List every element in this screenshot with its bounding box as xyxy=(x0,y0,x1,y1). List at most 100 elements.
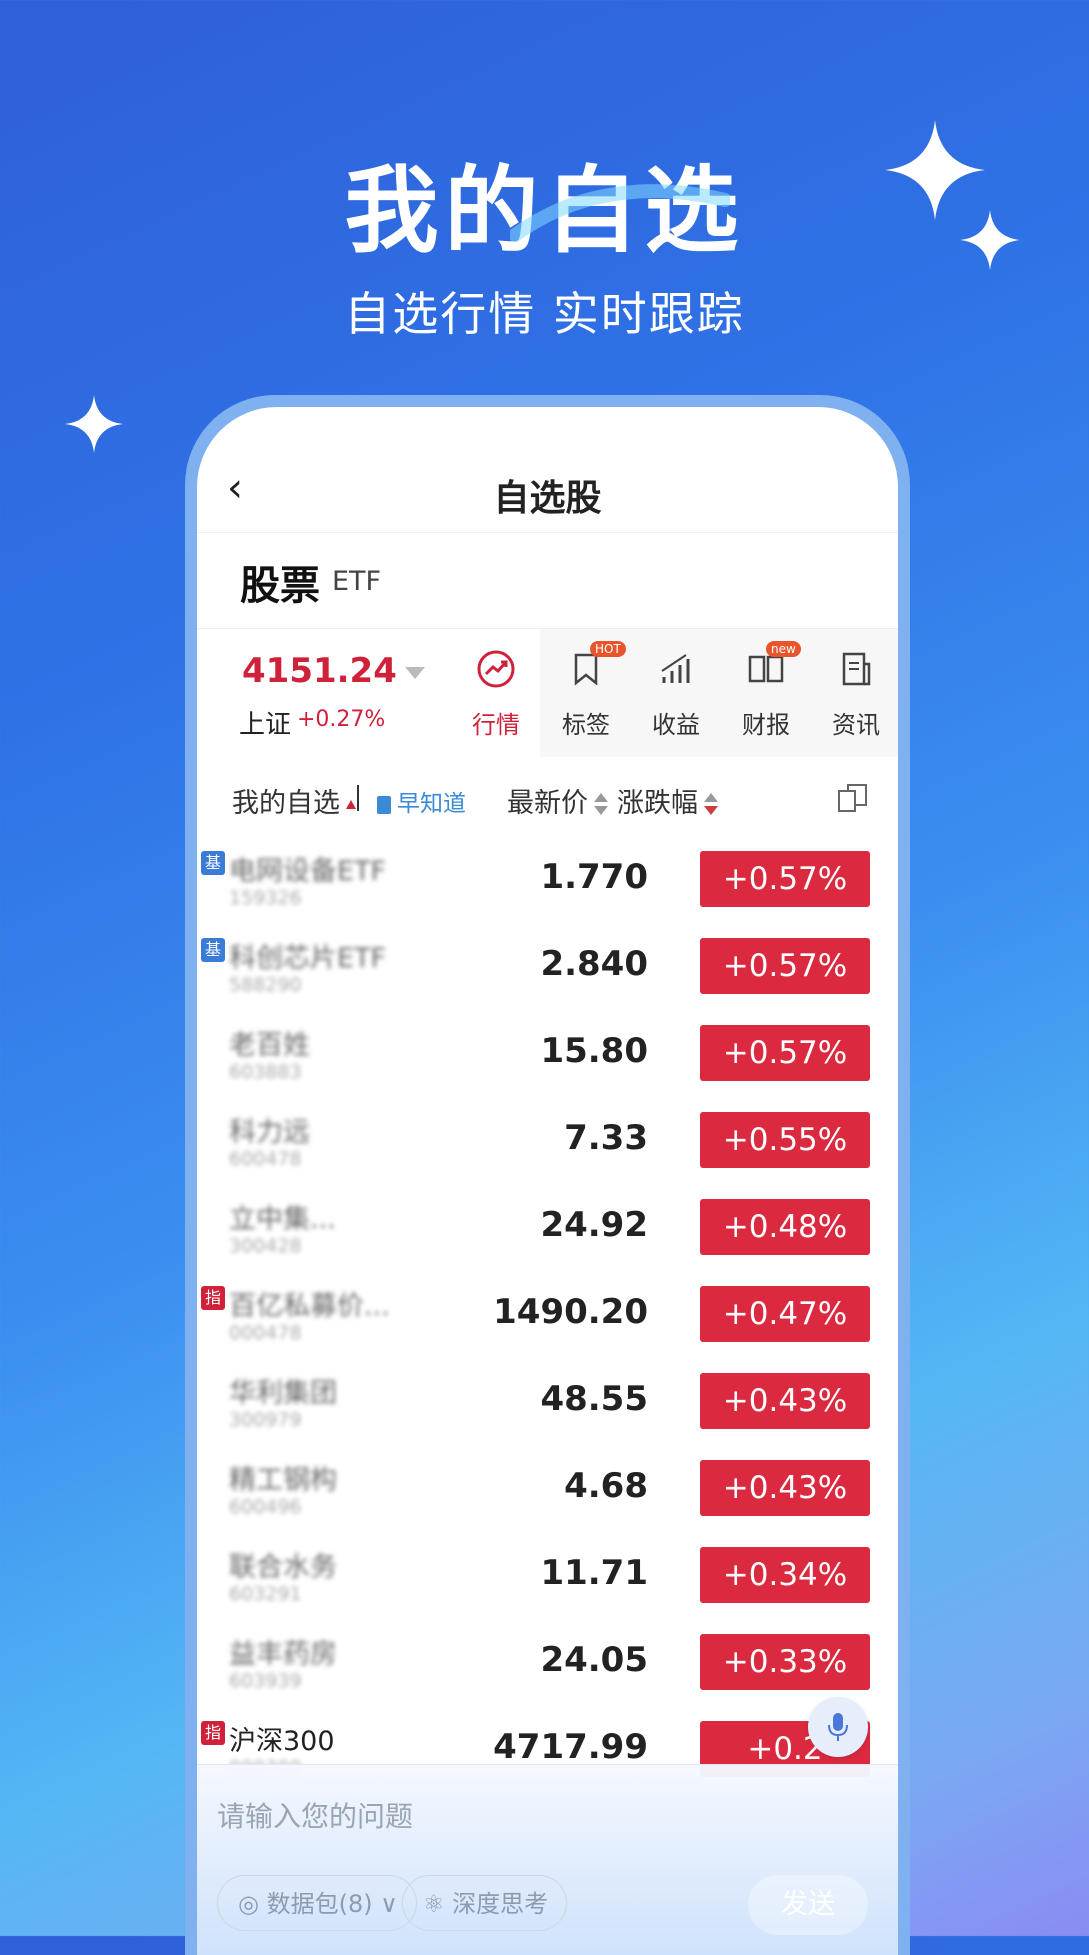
stock-price: 15.80 xyxy=(540,1031,648,1071)
index-name: 上证 xyxy=(239,710,292,740)
table-row[interactable]: 联合水务 603291 11.71 +0.34% xyxy=(197,1533,898,1620)
stock-price: 11.71 xyxy=(540,1553,648,1593)
deep-think-chip[interactable]: ⚛ 深度思考 xyxy=(402,1875,568,1931)
caret-icon xyxy=(346,800,356,809)
top-bar: ‹ 自选股 xyxy=(197,407,898,532)
stock-price: 4.68 xyxy=(564,1466,648,1506)
stock-change: +0.34% xyxy=(700,1547,870,1603)
stock-code: 159326 xyxy=(229,887,302,909)
tab-stocks[interactable]: 股票 xyxy=(240,553,320,611)
table-row[interactable]: 益丰药房 603939 24.05 +0.33% xyxy=(197,1620,898,1707)
stock-code: 603939 xyxy=(229,1670,302,1692)
stock-change: +0.57% xyxy=(700,938,870,994)
note-icon xyxy=(377,795,391,814)
tool-tags[interactable]: HOT 标签 xyxy=(542,629,630,757)
tool-label: 财报 xyxy=(742,711,790,739)
news-label: 早知道 xyxy=(397,791,466,817)
tool-label: 行情 xyxy=(472,711,520,739)
stock-code: 600478 xyxy=(229,1148,302,1170)
stock-type-badge: 指 xyxy=(201,1721,225,1745)
table-row[interactable]: 立中集... 300428 24.92 +0.48% xyxy=(197,1185,898,1272)
tool-label: 标签 xyxy=(562,711,610,739)
sort-icon xyxy=(594,792,608,817)
switch-view-icon[interactable] xyxy=(836,781,870,815)
question-input[interactable]: 请输入您的问题 xyxy=(217,1795,413,1835)
send-button[interactable]: 发送 xyxy=(748,1875,868,1935)
stock-change: +0.55% xyxy=(700,1112,870,1168)
divider xyxy=(357,785,359,811)
stock-change: +0.57% xyxy=(700,1025,870,1081)
swoosh-decoration xyxy=(510,184,730,242)
stock-name: 精工钢构 xyxy=(229,1465,337,1496)
stock-code: 588290 xyxy=(229,974,302,996)
stock-change: +0.43% xyxy=(700,1460,870,1516)
tool-reports[interactable]: new 财报 xyxy=(722,629,810,757)
group-label: 我的自选 xyxy=(232,788,340,819)
price-label: 最新价 xyxy=(507,788,588,819)
stock-name: 华利集团 xyxy=(229,1378,337,1409)
stock-code: 300979 xyxy=(229,1409,302,1431)
stock-change: +0.57% xyxy=(700,851,870,907)
table-row[interactable]: 华利集团 300979 48.55 +0.43% xyxy=(197,1359,898,1446)
hot-badge: HOT xyxy=(590,641,626,657)
stock-code: 600496 xyxy=(229,1496,302,1518)
table-row[interactable]: 基电网设备ETF 159326 1.770 +0.57% xyxy=(197,837,898,924)
stock-name: 立中集... xyxy=(229,1204,336,1235)
document-icon xyxy=(842,652,871,686)
stock-name: 百亿私募价... xyxy=(229,1291,390,1322)
tab-etf[interactable]: ETF xyxy=(332,566,381,597)
stock-name: 电网设备ETF xyxy=(229,856,387,887)
table-row[interactable]: 精工钢构 600496 4.68 +0.43% xyxy=(197,1446,898,1533)
deep-think-label: 深度思考 xyxy=(452,1890,549,1918)
stock-name: 科力远 xyxy=(229,1117,310,1148)
table-row[interactable]: 基科创芯片ETF 588290 2.840 +0.57% xyxy=(197,924,898,1011)
hero-subtitle: 自选行情 实时跟踪 xyxy=(344,287,745,341)
tool-quotes[interactable]: 行情 xyxy=(452,629,540,757)
ask-panel: 请输入您的问题 ◎ 数据包(8) ∨ ⚛ 深度思考 发送 xyxy=(197,1764,898,1955)
data-pack-icon: ◎ xyxy=(238,1890,259,1918)
tool-returns[interactable]: 收益 xyxy=(632,629,720,757)
stock-change: +0.43% xyxy=(700,1373,870,1429)
stock-price: 48.55 xyxy=(540,1379,648,1419)
market-bar: 4151.24 上证 +0.27% 行情 HOT 标签 收益 new 财报 资讯 xyxy=(197,629,898,757)
page-title: 自选股 xyxy=(493,478,602,519)
stock-type-badge: 指 xyxy=(201,1286,225,1310)
change-label: 涨跌幅 xyxy=(617,788,698,819)
stock-name: 益丰药房 xyxy=(229,1639,337,1670)
stock-name: 老百姓 xyxy=(229,1030,310,1061)
stock-code: 603883 xyxy=(229,1061,302,1083)
stock-code: 000478 xyxy=(229,1322,302,1344)
tool-label: 收益 xyxy=(652,711,700,739)
stock-price: 7.33 xyxy=(564,1118,648,1158)
stock-price: 1490.20 xyxy=(493,1292,648,1332)
group-selector[interactable]: 我的自选 xyxy=(232,781,356,820)
stock-type-badge: 基 xyxy=(201,938,225,962)
phone-frame: ‹ 自选股 股票 ETF 4151.24 上证 +0.27% 行情 HOT 标签… xyxy=(185,395,910,1955)
new-badge: new xyxy=(766,641,801,657)
tool-label: 资讯 xyxy=(832,711,880,739)
table-row[interactable]: 指百亿私募价... 000478 1490.20 +0.47% xyxy=(197,1272,898,1359)
index-card[interactable]: 4151.24 上证 +0.27% xyxy=(197,629,457,757)
table-row[interactable]: 老百姓 603883 15.80 +0.57% xyxy=(197,1011,898,1098)
change-sort[interactable]: 涨跌幅 xyxy=(617,781,718,820)
tool-news[interactable]: 资讯 xyxy=(812,629,898,757)
news-link[interactable]: 早知道 xyxy=(377,784,466,818)
stock-code: 300428 xyxy=(229,1235,302,1257)
list-header: 我的自选 早知道 最新价 涨跌幅 xyxy=(197,757,898,837)
mic-button[interactable] xyxy=(808,1697,868,1757)
data-pack-label: 数据包(8) xyxy=(266,1890,373,1918)
index-value: 4151.24 xyxy=(242,651,397,691)
sparkle-icon xyxy=(960,210,1020,270)
stock-change: +0.47% xyxy=(700,1286,870,1342)
chevron-down-icon[interactable] xyxy=(405,667,425,679)
price-sort[interactable]: 最新价 xyxy=(507,781,608,820)
stock-name: 沪深300 xyxy=(229,1726,335,1757)
stock-list: 基电网设备ETF 159326 1.770 +0.57% 基科创芯片ETF 588290 2… xyxy=(197,837,898,1794)
table-row[interactable]: 科力远 600478 7.33 +0.55% xyxy=(197,1098,898,1185)
stock-price: 24.05 xyxy=(540,1640,648,1680)
app-screen: ‹ 自选股 股票 ETF 4151.24 上证 +0.27% 行情 HOT 标签… xyxy=(197,407,898,1955)
index-change: +0.27% xyxy=(297,707,386,732)
asset-tabs: 股票 ETF xyxy=(197,532,898,629)
stock-price: 4717.99 xyxy=(493,1727,648,1767)
data-pack-chip[interactable]: ◎ 数据包(8) ∨ xyxy=(217,1875,417,1931)
